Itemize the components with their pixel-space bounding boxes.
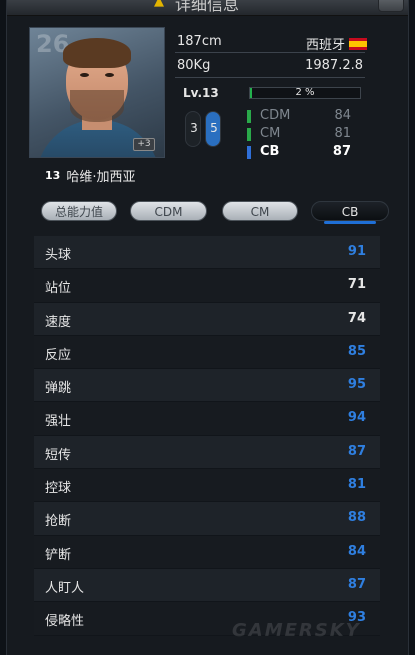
player-name: 哈维·加西亚 bbox=[66, 169, 136, 185]
attribute-label: 人盯人 bbox=[45, 580, 85, 596]
window-title: 详细信息 bbox=[175, 0, 240, 14]
position-color-bar bbox=[247, 110, 251, 123]
attribute-label: 控球 bbox=[45, 481, 72, 497]
position-value: 84 bbox=[334, 108, 351, 123]
jersey-number: 13 bbox=[45, 168, 61, 182]
right-foot-icon: 5 bbox=[205, 111, 221, 147]
attribute-value: 91 bbox=[347, 244, 366, 259]
position-name: CB bbox=[260, 144, 280, 159]
left-foot-rating: 3 bbox=[190, 121, 198, 135]
attribute-label: 铲断 bbox=[45, 547, 72, 563]
attribute-label: 短传 bbox=[45, 447, 72, 463]
attribute-value: 87 bbox=[347, 576, 366, 592]
position-ratings: CDM 84 CM 81 CB 87 bbox=[247, 108, 351, 162]
level-progress-text: 2 % bbox=[295, 87, 315, 98]
nationality-text: 西班牙 bbox=[305, 38, 345, 53]
tab-cm[interactable]: CM bbox=[222, 201, 298, 221]
attribute-row: 站位 71 bbox=[34, 269, 380, 303]
position-tabs: 总能力值 CDM CM CB bbox=[41, 201, 389, 224]
attribute-row: 铲断 84 bbox=[34, 535, 380, 569]
left-foot-icon: 3 bbox=[185, 111, 201, 147]
attribute-list: 头球 91 站位 71 速度 74 反应 85 弹跳 95 强壮 94 短传 87 控球 81 抢断 88 铲断 84… bbox=[34, 236, 380, 636]
position-value: 87 bbox=[332, 144, 351, 159]
attribute-row: 头球 91 bbox=[34, 236, 380, 270]
attribute-label: 头球 bbox=[45, 248, 72, 263]
watermark: GAMERSKY bbox=[232, 620, 361, 641]
player-weight: 80Kg bbox=[177, 58, 211, 73]
attribute-row: 短传 87 bbox=[34, 435, 380, 470]
attribute-label: 强壮 bbox=[45, 414, 72, 430]
plus-badge: +3 bbox=[133, 138, 155, 151]
position-value: 81 bbox=[334, 126, 351, 141]
position-color-bar bbox=[247, 128, 251, 141]
attribute-label: 速度 bbox=[45, 314, 72, 330]
player-hair bbox=[63, 38, 131, 68]
close-button[interactable] bbox=[378, 0, 404, 12]
info-line-2: 80Kg 1987.2.8 bbox=[177, 58, 367, 76]
position-name: CDM bbox=[260, 108, 291, 123]
birth-date: 1987.2.8 bbox=[305, 58, 363, 73]
attribute-row: 控球 81 bbox=[34, 469, 380, 503]
attribute-value: 94 bbox=[347, 410, 366, 426]
attribute-value: 84 bbox=[347, 543, 366, 559]
attribute-value: 95 bbox=[347, 377, 366, 393]
position-color-bar bbox=[247, 146, 251, 159]
attribute-label: 侵略性 bbox=[45, 614, 85, 630]
tab-overall[interactable]: 总能力值 bbox=[41, 201, 117, 221]
attribute-label: 反应 bbox=[45, 347, 72, 363]
player-name-row: 13 哈维·加西亚 bbox=[45, 165, 135, 185]
title-bar: ▲ 详细信息 bbox=[7, 0, 408, 16]
attribute-row: 速度 74 bbox=[34, 302, 380, 336]
info-divider bbox=[175, 77, 365, 78]
attribute-value: 74 bbox=[347, 310, 366, 326]
attribute-row: 强壮 94 bbox=[34, 402, 380, 436]
player-detail-panel: ▲ 详细信息 26 +3 13 哈维·加西亚 187cm 西班牙 80Kg 19… bbox=[6, 0, 409, 655]
left-eye bbox=[80, 73, 89, 77]
tab-cdm[interactable]: CDM bbox=[130, 201, 207, 221]
attribute-value: 71 bbox=[347, 277, 366, 293]
trophy-icon: ▲ bbox=[154, 0, 164, 9]
attribute-label: 弹跳 bbox=[45, 381, 72, 397]
player-level: Lv.13 bbox=[183, 86, 219, 100]
level-progress-bar: 2 % bbox=[249, 87, 361, 99]
attribute-row: 抢断 88 bbox=[34, 502, 380, 536]
right-eye bbox=[105, 73, 114, 77]
nationality: 西班牙 bbox=[306, 34, 367, 53]
attribute-value: 87 bbox=[347, 443, 366, 459]
attribute-value: 85 bbox=[347, 343, 366, 359]
attribute-label: 抢断 bbox=[45, 514, 72, 530]
player-height: 187cm bbox=[177, 34, 222, 49]
attribute-row: 反应 85 bbox=[34, 335, 380, 370]
foot-ratings: 3 5 bbox=[185, 111, 225, 149]
player-card: 26 +3 bbox=[29, 27, 165, 158]
info-line-1: 187cm 西班牙 bbox=[177, 34, 367, 53]
spain-flag-icon bbox=[349, 38, 367, 50]
attribute-value: 81 bbox=[347, 477, 366, 493]
attribute-row: 人盯人 87 bbox=[34, 568, 380, 603]
attribute-label: 站位 bbox=[45, 281, 72, 297]
position-name: CM bbox=[260, 126, 281, 141]
info-divider bbox=[175, 52, 365, 53]
attribute-value: 88 bbox=[347, 510, 366, 526]
tab-cb[interactable]: CB bbox=[311, 201, 389, 224]
position-row: CM 81 bbox=[247, 126, 351, 144]
player-beard bbox=[70, 90, 124, 122]
position-row: CB 87 bbox=[247, 144, 351, 162]
right-foot-rating: 5 bbox=[210, 121, 218, 135]
attribute-row: 弹跳 95 bbox=[34, 369, 380, 403]
position-row: CDM 84 bbox=[247, 108, 351, 126]
